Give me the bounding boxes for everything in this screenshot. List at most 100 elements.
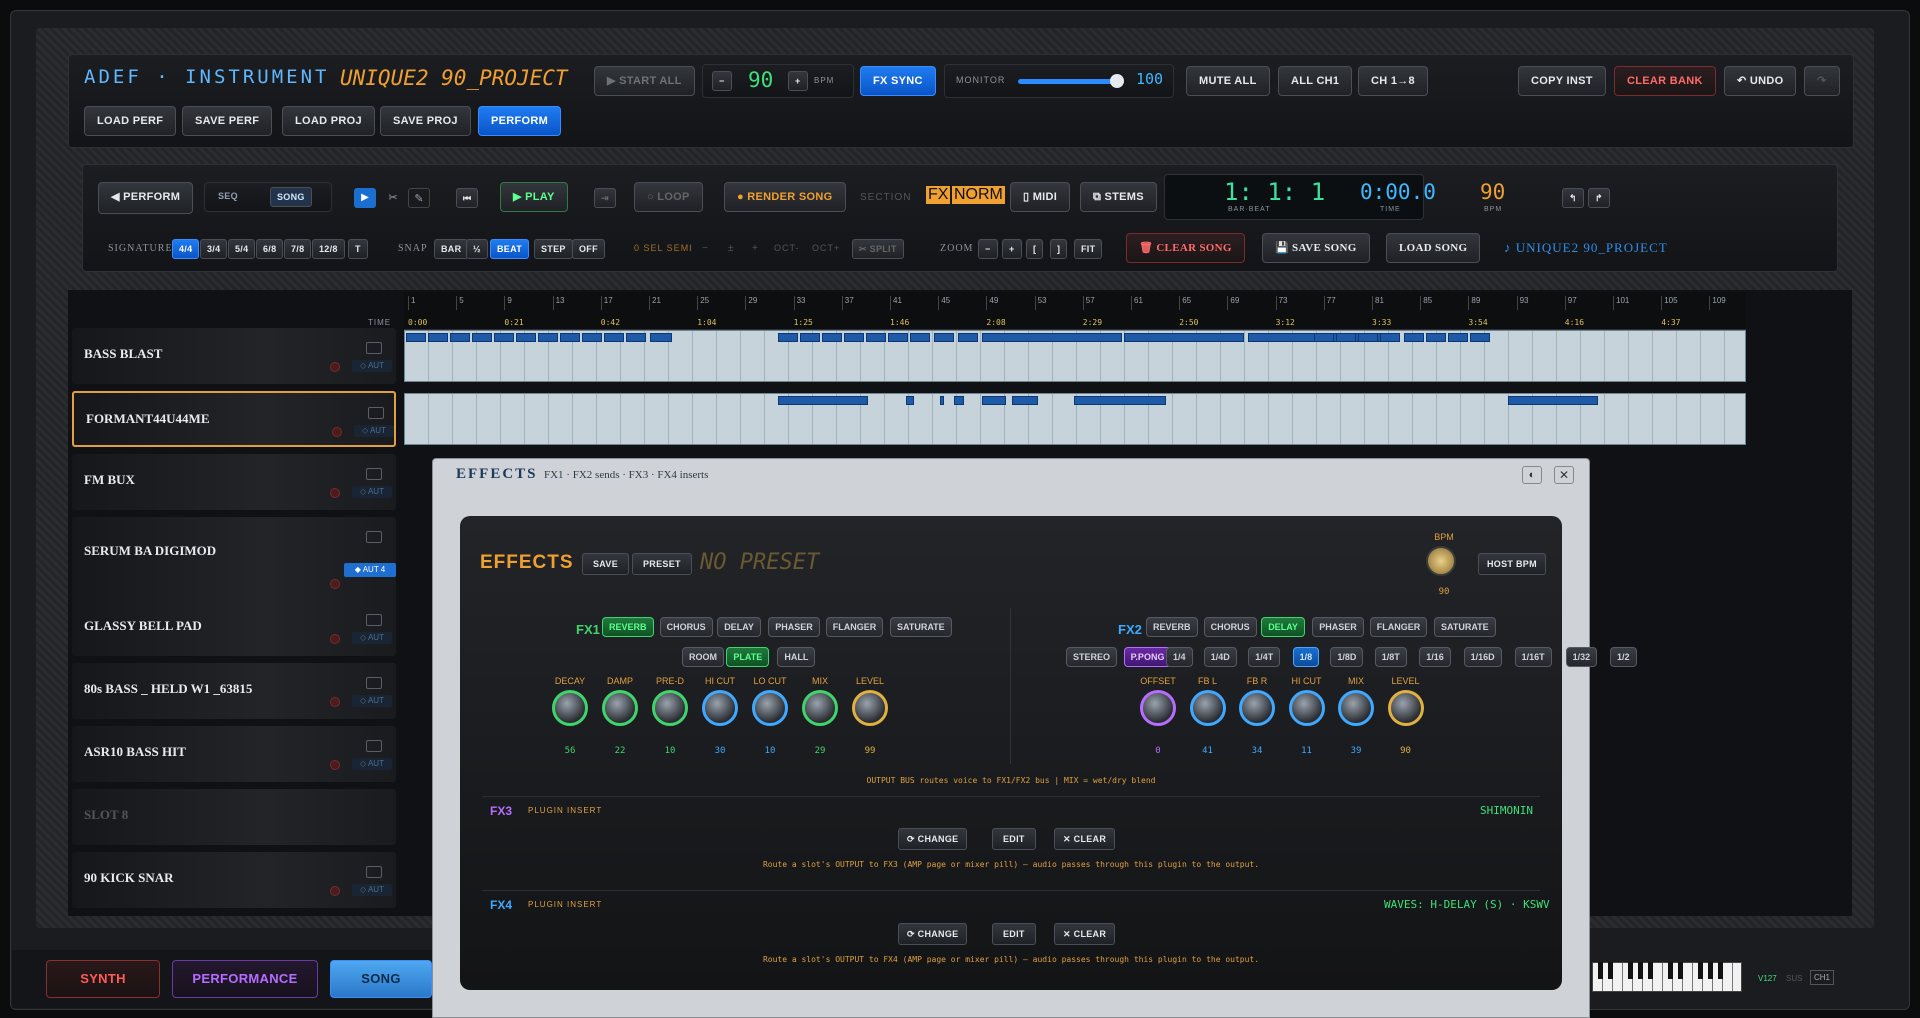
fx2-div-18[interactable]: 1/8 — [1292, 647, 1320, 667]
fx4-change-button[interactable]: ⟳ CHANGE — [898, 923, 968, 945]
track-view-icon[interactable] — [366, 677, 382, 689]
automation-button[interactable]: ◇ AUT — [352, 632, 392, 644]
clip[interactable] — [1448, 333, 1468, 342]
mark-right-button[interactable]: ↱ — [1588, 188, 1610, 208]
signature-2[interactable]: 5/4 — [228, 239, 256, 259]
track-view-icon[interactable] — [366, 866, 382, 878]
fx2-fbl-knob[interactable] — [1189, 690, 1226, 726]
seq-tab[interactable]: SEQ — [212, 187, 244, 207]
play-button[interactable]: ▶ PLAY — [500, 182, 568, 212]
zoom-left-button[interactable]: [ — [1026, 239, 1044, 259]
fx1-type-delay[interactable]: DELAY — [717, 617, 761, 637]
fx1-type-phaser[interactable]: PHASER — [768, 617, 820, 637]
clip[interactable] — [844, 333, 864, 342]
rewind-button[interactable]: ⏮ — [456, 188, 479, 208]
back-perform-button[interactable]: ◀ PERFORM — [98, 182, 194, 214]
signature-3[interactable]: 6/8 — [256, 239, 284, 259]
song-tab[interactable]: SONG — [270, 187, 312, 207]
clip[interactable] — [650, 333, 672, 342]
automation-button[interactable]: ◇ AUT — [352, 486, 392, 498]
midi-button[interactable]: ▯ MIDI — [1010, 182, 1071, 212]
redo-button[interactable]: ↷ — [1804, 66, 1840, 96]
snap-bar0[interactable]: BAR — [434, 239, 469, 259]
record-arm-icon[interactable] — [330, 488, 340, 498]
clip[interactable] — [1470, 333, 1490, 342]
signature-6[interactable]: T — [348, 239, 368, 259]
monitor-slider-thumb[interactable] — [1110, 74, 1124, 88]
record-arm-icon[interactable] — [330, 697, 340, 707]
clip[interactable] — [1508, 396, 1598, 405]
track-header[interactable]: 80s BASS _ HELD W1 _63815 ◇ AUT — [72, 663, 396, 719]
clip[interactable] — [910, 333, 930, 342]
ch1-8-button[interactable]: CH 1→8 — [1358, 66, 1428, 96]
mark-left-button[interactable]: ↰ — [1562, 188, 1584, 208]
clip[interactable] — [1426, 333, 1446, 342]
mute-all-button[interactable]: MUTE ALL — [1186, 66, 1270, 96]
synth-tab[interactable]: SYNTH — [46, 960, 160, 998]
clip[interactable] — [822, 333, 842, 342]
clip[interactable] — [582, 333, 602, 342]
track-header[interactable]: 90 KICK SNAR ◇ AUT — [72, 852, 396, 908]
clip[interactable] — [1404, 333, 1424, 342]
fit-button[interactable]: FIT — [1074, 239, 1103, 259]
channel-readout[interactable]: CH1 — [1810, 970, 1835, 985]
fx3-change-button[interactable]: ⟳ CHANGE — [898, 828, 968, 850]
stems-button[interactable]: ⧉ STEMS — [1080, 182, 1157, 212]
automation-button[interactable]: ◇ AUT — [352, 884, 392, 896]
clip[interactable] — [934, 333, 954, 342]
all-ch1-button[interactable]: ALL CH1 — [1278, 66, 1353, 96]
clip[interactable] — [940, 396, 944, 405]
fx2-mode-stereo[interactable]: STEREO — [1066, 647, 1118, 667]
save-song-button[interactable]: 💾 SAVE SONG — [1262, 233, 1370, 263]
oct-plus[interactable]: OCT+ — [812, 243, 840, 253]
theme-toggle-icon[interactable]: ◐ — [1522, 466, 1542, 484]
fx2-div-14t[interactable]: 1/4T — [1248, 647, 1281, 667]
semi-minus[interactable]: − — [702, 243, 709, 254]
clip[interactable] — [1380, 333, 1400, 342]
pencil-tool-icon[interactable]: ✎ — [408, 188, 430, 208]
automation-button[interactable]: ◇ AUT — [352, 360, 392, 372]
clip[interactable] — [800, 333, 820, 342]
track-header[interactable]: FM BUX ◇ AUT — [72, 454, 396, 510]
clip[interactable] — [778, 396, 868, 405]
track-view-icon[interactable] — [368, 407, 384, 419]
save-proj-button[interactable]: SAVE PROJ — [380, 106, 471, 136]
bpm-minus-button[interactable]: − — [712, 71, 732, 91]
undo-button[interactable]: ↶ UNDO — [1724, 66, 1797, 96]
fx1-mode-plate[interactable]: PLATE — [726, 647, 770, 667]
fx2-div-116d[interactable]: 1/16D — [1463, 647, 1502, 667]
load-perf-button[interactable]: LOAD PERF — [84, 106, 177, 136]
zoom-minus-button[interactable]: − — [978, 239, 998, 259]
signature-5[interactable]: 12/8 — [312, 239, 345, 259]
clip[interactable] — [560, 333, 580, 342]
snap-step3[interactable]: STEP — [534, 239, 573, 259]
fx2-hicut-knob[interactable] — [1288, 690, 1325, 726]
track-view-icon[interactable] — [366, 342, 382, 354]
record-arm-icon[interactable] — [330, 760, 340, 770]
fx2-type-chorus[interactable]: CHORUS — [1203, 617, 1257, 637]
bpm-plus-button[interactable]: + — [788, 71, 808, 91]
fx2-type-saturate[interactable]: SATURATE — [1434, 617, 1496, 637]
clip[interactable] — [1358, 333, 1378, 342]
clip[interactable] — [906, 396, 914, 405]
fx-toggle[interactable]: FX — [926, 186, 951, 204]
save-perf-button[interactable]: SAVE PERF — [182, 106, 273, 136]
track-header[interactable]: BASS BLAST ◇ AUT — [72, 328, 396, 384]
fx2-level-knob[interactable] — [1387, 690, 1424, 726]
track-header[interactable]: ASR10 BASS HIT ◇ AUT — [72, 726, 396, 782]
oct-minus[interactable]: OCT- — [774, 243, 800, 253]
fx1-mode-room[interactable]: ROOM — [682, 647, 724, 667]
clip[interactable] — [604, 333, 624, 342]
fx2-div-14d[interactable]: 1/4D — [1203, 647, 1237, 667]
clip[interactable] — [1012, 396, 1038, 405]
snap-1[interactable]: ½ — [466, 239, 488, 259]
split-button[interactable]: ✂ SPLIT — [852, 239, 904, 259]
song-tab-bottom[interactable]: SONG — [330, 960, 432, 998]
fx1-type-flanger[interactable]: FLANGER — [825, 617, 884, 637]
fx2-div-116t[interactable]: 1/16T — [1514, 647, 1552, 667]
fx1-mix-knob[interactable] — [802, 690, 838, 726]
performance-tab[interactable]: PERFORMANCE — [172, 960, 318, 998]
clip[interactable] — [538, 333, 558, 342]
clip[interactable] — [406, 333, 426, 342]
track-header[interactable]: SLOT 8 — [72, 789, 396, 845]
